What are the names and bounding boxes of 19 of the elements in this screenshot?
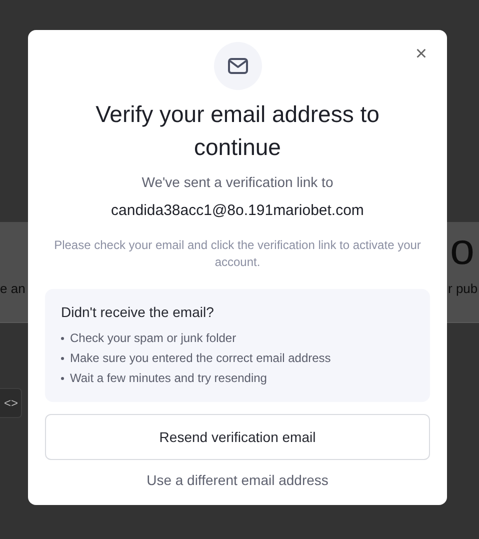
- tip-item: Make sure you entered the correct email address: [70, 350, 331, 367]
- instructions-text: Please check your email and click the verification link to activate your account.: [53, 237, 422, 271]
- page-text: e an: [0, 281, 26, 296]
- email-address: candida38acc1@8o.191mariobet.com: [111, 202, 364, 219]
- tip-item: Wait a few minutes and try resending: [70, 370, 267, 387]
- mail-icon: [214, 42, 262, 90]
- page-text: r pub: [448, 281, 478, 296]
- bullet-icon: [61, 336, 64, 340]
- resend-button[interactable]: Resend verification email: [45, 414, 430, 460]
- different-email-link[interactable]: Use a different email address: [146, 472, 328, 488]
- tip-item: Check your spam or junk folder: [70, 330, 236, 347]
- close-button[interactable]: ×: [411, 44, 431, 64]
- page-heading: o: [450, 228, 474, 272]
- dialog-title: Verify your email address to continue: [94, 100, 380, 162]
- help-title: Didn't receive the email?: [61, 304, 215, 320]
- bullet-icon: [61, 356, 64, 360]
- sent-text: We've sent a verification link to: [142, 174, 334, 190]
- code-button[interactable]: <>: [0, 388, 22, 418]
- bullet-icon: [61, 376, 64, 380]
